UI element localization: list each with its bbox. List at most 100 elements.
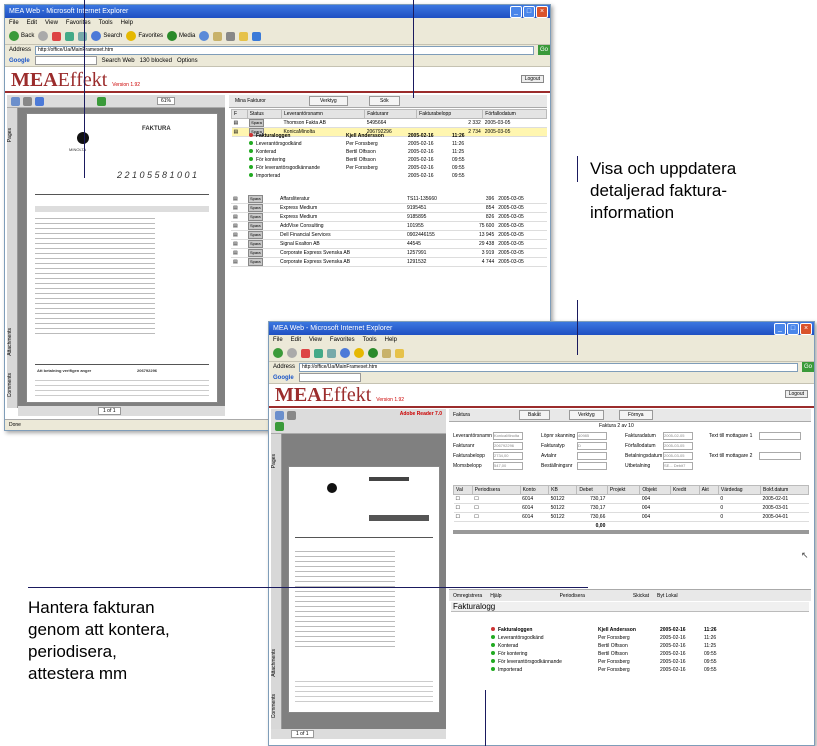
- back-button[interactable]: Back: [9, 31, 34, 41]
- row-objekt[interactable]: 004: [639, 494, 671, 504]
- row-kb[interactable]: 50122: [548, 494, 577, 504]
- help-button[interactable]: Hjälp: [490, 593, 501, 599]
- row-debet[interactable]: 730,17: [576, 503, 608, 513]
- pdf-save-icon[interactable]: [11, 97, 20, 106]
- pages-tab[interactable]: Pages: [271, 454, 277, 468]
- status-button[interactable]: Spara: [249, 119, 264, 127]
- col-f[interactable]: F: [231, 109, 248, 119]
- pdf-zoom-level[interactable]: 61%: [157, 97, 176, 105]
- col-due-date[interactable]: Förfallodatum: [482, 109, 547, 119]
- search-tab[interactable]: Sök: [369, 96, 400, 106]
- minimize-button[interactable]: _: [774, 323, 786, 335]
- forward-arrow-icon[interactable]: [38, 31, 49, 41]
- row-bokf-datum[interactable]: 2005-04-01: [760, 512, 809, 522]
- mail-icon[interactable]: [382, 348, 391, 358]
- table-row[interactable]: ▤ Spara Thomson Fakta AB 5495664 2 332 2…: [231, 118, 547, 128]
- menu-tools[interactable]: Tools: [99, 18, 113, 28]
- col-kb[interactable]: KB: [548, 485, 578, 495]
- search-icon[interactable]: [340, 348, 350, 358]
- forward-arrow-icon[interactable]: [287, 348, 297, 358]
- periodize-button[interactable]: Periodisera: [560, 593, 585, 599]
- refresh-icon[interactable]: [314, 348, 323, 358]
- history-icon[interactable]: [199, 31, 210, 41]
- menu-tools[interactable]: Tools: [363, 335, 377, 345]
- recipient-text-1-field[interactable]: [759, 432, 801, 440]
- row-kredit[interactable]: [670, 503, 700, 513]
- table-row[interactable]: ▤ Spara Corporate Express Svenska AB 129153…: [231, 257, 547, 267]
- row-checkbox[interactable]: ☐: [453, 503, 473, 513]
- col-status[interactable]: Status: [246, 109, 282, 119]
- col-akt[interactable]: Akt: [698, 485, 719, 495]
- table-row[interactable]: ▤ Spara Dell Financial Services 0902446155 1…: [231, 230, 547, 240]
- row-projekt[interactable]: [607, 503, 640, 513]
- status-button[interactable]: Spara: [247, 204, 263, 212]
- row-debet[interactable]: 730,17: [576, 494, 608, 504]
- favorites-button[interactable]: Favorites: [126, 31, 163, 41]
- row-projekt[interactable]: [607, 512, 640, 522]
- refresh-icon[interactable]: [65, 31, 75, 41]
- vat-amount-field[interactable]: 547,00: [493, 462, 523, 470]
- print-icon[interactable]: [226, 31, 236, 41]
- comments-tab[interactable]: Comments: [7, 373, 13, 397]
- invoice-amount-field[interactable]: 2734,00: [493, 452, 523, 460]
- col-bokf-datum[interactable]: Bokf.datum: [760, 485, 809, 495]
- invoice-date-field[interactable]: 2005-02-05: [663, 432, 693, 440]
- tools-tab[interactable]: Verktyg: [569, 410, 604, 420]
- folder-icon[interactable]: [395, 348, 404, 358]
- row-debet[interactable]: 730,66: [576, 512, 608, 522]
- menu-view[interactable]: View: [45, 18, 58, 28]
- order-no-field[interactable]: [577, 462, 607, 470]
- supplier-name-field[interactable]: KonicaMinolta: [493, 432, 523, 440]
- row-checkbox[interactable]: ☐: [453, 512, 473, 522]
- maximize-button[interactable]: □: [787, 323, 799, 335]
- col-konto[interactable]: Konto: [519, 485, 550, 495]
- pdf-print-icon[interactable]: [287, 411, 296, 420]
- maximize-button[interactable]: □: [523, 6, 535, 18]
- row-akt[interactable]: [699, 503, 719, 513]
- col-debet[interactable]: Debet: [576, 485, 608, 495]
- col-val[interactable]: Val: [453, 485, 473, 495]
- table-row[interactable]: ▤ Spara AddVise Consulting 101955 75 600 2005…: [231, 221, 547, 231]
- change-local-button[interactable]: Byt Lokal: [657, 593, 678, 599]
- row-objekt[interactable]: 004: [639, 503, 671, 513]
- home-icon[interactable]: [327, 348, 336, 358]
- go-button[interactable]: Go: [537, 45, 550, 55]
- status-button[interactable]: Spara: [247, 213, 263, 221]
- address-input[interactable]: http://office/Ua/MainFrameset.htm: [35, 45, 534, 55]
- popup-blocked[interactable]: 130 blocked: [140, 58, 172, 64]
- table-row[interactable]: ▤ Spara Express Medium 9195451 854 2005-03-05: [231, 203, 547, 213]
- google-search-web[interactable]: Search Web: [102, 58, 135, 64]
- col-objekt[interactable]: Objekt: [639, 485, 672, 495]
- row-vardedag[interactable]: 0: [718, 494, 761, 504]
- invoice-no-field[interactable]: 206792296: [493, 442, 523, 450]
- row-vardedag[interactable]: 0: [718, 503, 761, 513]
- attachments-tab[interactable]: Attachments: [7, 328, 13, 356]
- grid-scrollbar[interactable]: [453, 530, 809, 534]
- row-objekt[interactable]: 004: [639, 512, 671, 522]
- row-akt[interactable]: [699, 512, 719, 522]
- table-row[interactable]: ▤ Spara Express Medium 9185895 826 2005-03-05: [231, 212, 547, 222]
- pdf-page-indicator[interactable]: 1 of 1: [291, 730, 314, 738]
- row-kb[interactable]: 50122: [548, 512, 577, 522]
- col-kredit[interactable]: Kredit: [670, 485, 700, 495]
- stop-icon[interactable]: [52, 31, 62, 41]
- logout-button[interactable]: Logout: [520, 75, 544, 83]
- stop-icon[interactable]: [301, 348, 310, 358]
- mail-icon[interactable]: [213, 31, 223, 41]
- renew-tab[interactable]: Förnya: [619, 410, 653, 420]
- menu-favorites[interactable]: Favorites: [330, 335, 355, 345]
- logout-button[interactable]: Logout: [784, 390, 808, 398]
- menu-edit[interactable]: Edit: [291, 335, 301, 345]
- scan-no-field[interactable]: 40985: [577, 432, 607, 440]
- pdf-print-icon[interactable]: [23, 97, 32, 106]
- invoice-type-field[interactable]: D: [577, 442, 607, 450]
- folder-icon[interactable]: [239, 31, 249, 41]
- menu-view[interactable]: View: [309, 335, 322, 345]
- row-kredit[interactable]: [670, 494, 700, 504]
- table-row[interactable]: ☐ ☐ 6014 50122 730,17 004 0 2005-02-01: [453, 494, 809, 504]
- google-search-input[interactable]: [34, 56, 97, 65]
- media-button[interactable]: Media: [167, 31, 195, 41]
- table-row[interactable]: ▤ Spara Signal Exalton AB 44545 29 438 2005-0…: [231, 239, 547, 249]
- row-vardedag[interactable]: 0: [718, 512, 761, 522]
- messenger-icon[interactable]: [252, 31, 262, 41]
